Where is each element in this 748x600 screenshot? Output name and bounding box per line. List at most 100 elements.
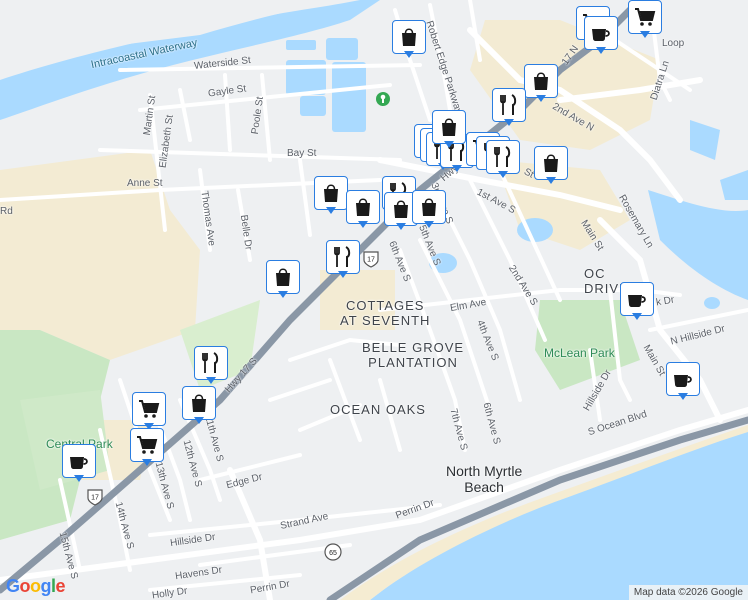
pin-box xyxy=(628,0,662,34)
shopping-pin[interactable] xyxy=(314,176,348,214)
google-logo: Google xyxy=(6,576,66,597)
shopping-pin[interactable] xyxy=(392,20,426,58)
pin-box xyxy=(62,444,96,478)
area-label-cottages: COTTAGES AT SEVENTH xyxy=(340,298,430,328)
shopping-icon xyxy=(394,200,408,218)
area-label-line: BELLE GROVE xyxy=(362,340,465,355)
pin-tip xyxy=(498,171,508,178)
pin-tip xyxy=(504,119,514,126)
pin-box xyxy=(584,16,618,50)
map-attribution[interactable]: Map data ©2026 Google xyxy=(628,585,748,600)
area-label-line: OC xyxy=(584,266,606,281)
shopping-pin[interactable] xyxy=(432,110,466,148)
restaurant-pin[interactable] xyxy=(486,140,520,178)
state-route-shield-icon: 65 xyxy=(324,543,342,561)
area-label-belle-grove: BELLE GROVE PLANTATION xyxy=(362,340,464,370)
shield-number: 17 xyxy=(367,257,375,264)
pin-box xyxy=(392,20,426,54)
restaurant-pin[interactable] xyxy=(194,346,228,384)
pin-tip xyxy=(424,221,434,228)
pin-box xyxy=(432,110,466,144)
pin-tip xyxy=(74,475,84,482)
grocery-icon xyxy=(137,436,158,454)
park-label-mclean[interactable]: McLean Park xyxy=(544,346,615,360)
restaurant-pin[interactable] xyxy=(492,88,526,126)
logo-letter: g xyxy=(40,576,52,596)
shopping-pin[interactable] xyxy=(266,260,300,298)
shopping-icon xyxy=(534,72,548,90)
logo-letter: o xyxy=(30,576,41,596)
cafe-pin[interactable] xyxy=(620,282,654,320)
cafe-icon xyxy=(592,29,610,41)
shopping-icon xyxy=(356,198,370,216)
shopping-pin[interactable] xyxy=(346,190,380,228)
pin-box xyxy=(194,346,228,380)
pin-tip xyxy=(358,221,368,228)
shopping-icon xyxy=(544,154,558,172)
grocery-icon xyxy=(139,400,160,418)
pin-tip xyxy=(596,47,606,54)
pin-box xyxy=(266,260,300,294)
cafe-pin[interactable] xyxy=(666,362,700,400)
area-label-line: PLANTATION xyxy=(368,355,458,370)
shopping-icon xyxy=(192,394,206,412)
street-label: Loop xyxy=(662,38,685,49)
cafe-pin[interactable] xyxy=(62,444,96,482)
pin-box xyxy=(132,392,166,426)
shopping-icon xyxy=(402,28,416,46)
map-canvas[interactable]: Intracoastal Waterway Waterside St Gayle… xyxy=(0,0,748,600)
shopping-pin[interactable] xyxy=(182,386,216,424)
cafe-icon xyxy=(674,375,692,387)
logo-letter: o xyxy=(19,576,31,596)
pin-box xyxy=(524,64,558,98)
city-label-line: North Myrtle xyxy=(446,463,523,479)
pin-tip xyxy=(678,393,688,400)
shopping-pin[interactable] xyxy=(412,190,446,228)
us-route-shield-icon: 17 xyxy=(87,489,103,506)
shopping-pin[interactable] xyxy=(534,146,568,184)
shopping-icon xyxy=(442,118,456,136)
city-label-line: Beach xyxy=(464,479,504,495)
pin-tip xyxy=(194,417,204,424)
grocery-pin[interactable] xyxy=(628,0,662,38)
street-label: Bay St xyxy=(287,148,317,159)
area-label-line: COTTAGES xyxy=(345,298,425,313)
cafe-pin[interactable] xyxy=(584,16,618,54)
pin-tip xyxy=(444,141,454,148)
restaurant-pin[interactable] xyxy=(326,240,360,278)
pin-box xyxy=(666,362,700,396)
pin-box xyxy=(486,140,520,174)
grocery-pin[interactable] xyxy=(132,392,166,430)
shopping-icon xyxy=(422,198,436,216)
shopping-icon xyxy=(276,268,290,286)
pin-tip xyxy=(452,165,462,172)
shield-number: 17 xyxy=(91,495,99,502)
pin-tip xyxy=(142,459,152,466)
pin-tip xyxy=(640,31,650,38)
pin-box xyxy=(314,176,348,210)
pin-box xyxy=(346,190,380,224)
grocery-icon xyxy=(635,8,656,26)
area-label-line: AT SEVENTH xyxy=(340,313,431,328)
pin-box xyxy=(534,146,568,180)
pin-box xyxy=(182,386,216,420)
pin-box xyxy=(130,428,164,462)
restaurant-icon xyxy=(494,146,511,167)
logo-letter: G xyxy=(6,576,20,596)
restaurant-icon xyxy=(202,352,219,373)
pin-tip xyxy=(632,313,642,320)
city-label: North Myrtle Beach xyxy=(446,463,522,495)
shopping-pin[interactable] xyxy=(524,64,558,102)
pin-box xyxy=(326,240,360,274)
us-route-shield-icon: 17 xyxy=(363,251,379,268)
area-label-ocean-oaks: OCEAN OAKS xyxy=(330,402,426,417)
pin-box xyxy=(620,282,654,316)
cafe-icon xyxy=(628,295,646,307)
pin-tip xyxy=(536,95,546,102)
restaurant-icon xyxy=(500,94,517,115)
park-poi-icon[interactable] xyxy=(376,92,390,106)
grocery-pin[interactable] xyxy=(130,428,164,466)
shield-number: 65 xyxy=(329,550,337,557)
shopping-icon xyxy=(324,184,338,202)
pin-tip xyxy=(326,207,336,214)
